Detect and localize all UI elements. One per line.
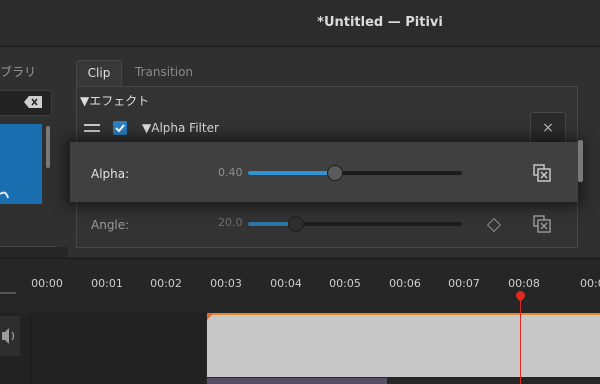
filter-expander-arrow-icon: ▼ [142, 121, 152, 135]
reset-alpha-icon[interactable] [533, 164, 551, 182]
remove-effect-button[interactable]: × [530, 112, 566, 146]
filter-expander[interactable]: ▼Alpha Filter [142, 121, 219, 135]
alpha-slider-knob[interactable] [327, 165, 343, 181]
ruler-tick-label: 00:05 [329, 277, 361, 290]
ruler-tick-label: 00:02 [150, 277, 182, 290]
angle-slider-knob[interactable] [288, 216, 304, 232]
layer-controls [0, 316, 20, 356]
filter-name: Alpha Filter [151, 121, 219, 135]
effects-header-label: エフェクト [89, 94, 150, 108]
angle-label: Angle: [91, 218, 130, 232]
library-scrollbar[interactable] [46, 126, 50, 168]
alpha-slider-fill [248, 171, 334, 175]
alpha-label: Alpha: [91, 167, 130, 181]
tab-transition[interactable]: Transition [124, 60, 204, 86]
properties-scrollbar[interactable] [578, 140, 583, 182]
window-title: *Untitled — Pitivi [317, 15, 443, 30]
ruler-tick-label: 00:08 [508, 277, 540, 290]
ruler-tick-label: 00:03 [210, 277, 242, 290]
ruler-tick-label: 00:01 [91, 277, 123, 290]
ruler-tick-label: 00:04 [270, 277, 302, 290]
ruler-tick-label: 00:09 [580, 277, 600, 290]
zoom-slider[interactable] [0, 292, 16, 294]
timeline-clip-secondary[interactable] [207, 378, 387, 384]
media-thumbnail[interactable] [0, 124, 42, 204]
playhead-line[interactable] [520, 300, 521, 384]
ruler-tick-label: 00:00 [31, 277, 63, 290]
reset-angle-icon[interactable] [533, 215, 551, 233]
ruler-tick-label: 00:06 [389, 277, 421, 290]
expander-arrow-icon: ▼ [80, 94, 90, 108]
clear-search-icon[interactable] [24, 96, 42, 108]
ruler-tick-label: 00:07 [448, 277, 480, 290]
angle-value: 20.0 [218, 216, 243, 229]
layer-divider [30, 313, 31, 384]
timeline-clip[interactable] [207, 313, 600, 377]
filter-enable-checkbox[interactable] [113, 121, 127, 135]
speaker-icon[interactable] [0, 316, 20, 356]
media-library-tab[interactable]: ブラリ [0, 63, 36, 80]
alpha-value: 0.40 [218, 166, 243, 179]
drag-handle-icon[interactable] [84, 124, 100, 132]
checkmark-icon [115, 124, 125, 133]
thumbnail-artwork [0, 191, 9, 199]
tab-clip[interactable]: Clip [76, 60, 122, 87]
clip-marker-icon [207, 313, 214, 320]
library-divider [0, 200, 56, 247]
effects-expander[interactable]: ▼エフェクト [80, 92, 149, 109]
